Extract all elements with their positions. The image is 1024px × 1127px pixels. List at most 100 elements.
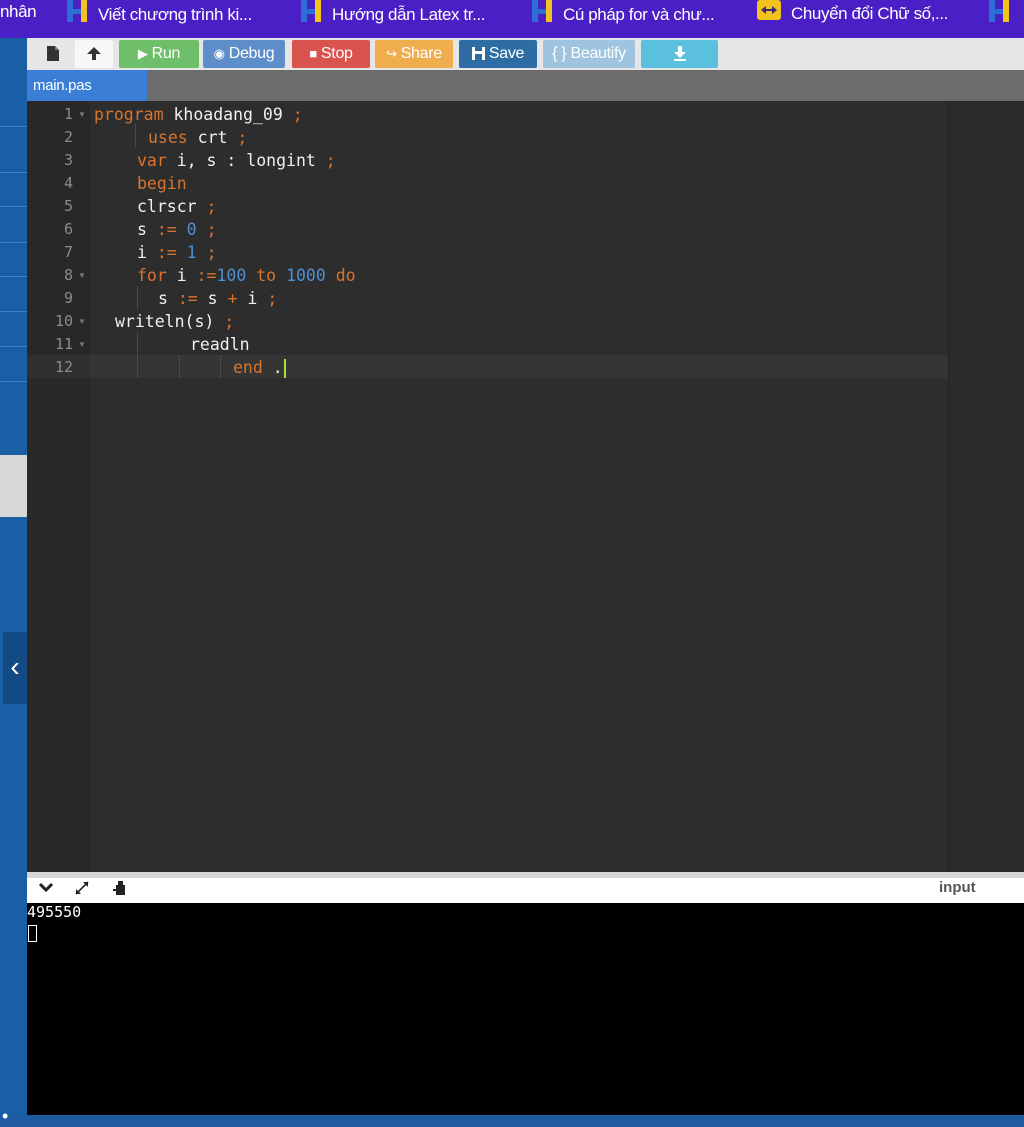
bookmark-label: nhân	[0, 2, 37, 21]
editor-print-margin	[948, 101, 1024, 872]
download-icon	[673, 46, 686, 62]
bookmark-label: Viết chương trình ki...	[98, 4, 252, 24]
line-number: 1	[63, 105, 73, 123]
active-line-highlight	[90, 355, 948, 378]
code-line: for i :=100 to 1000 do	[137, 266, 356, 285]
bookmark-label: Cú pháp for và chư...	[563, 4, 715, 24]
line-number: 6	[63, 220, 73, 238]
new-file-button[interactable]	[37, 40, 69, 68]
text-cursor	[283, 359, 286, 378]
code-line: i := 1 ;	[137, 243, 217, 262]
indent-guide	[137, 286, 138, 309]
download-button[interactable]	[641, 40, 718, 68]
share-label: Share	[400, 45, 443, 62]
line-number: 9	[63, 289, 73, 307]
divider	[0, 172, 27, 173]
fold-arrow-icon[interactable]: ▼	[78, 310, 86, 333]
hoc247-icon	[300, 0, 322, 30]
beautify-button[interactable]: { } Beautify	[543, 40, 635, 68]
code-line: clrscr ;	[137, 197, 217, 216]
bookmarks-bar: nhân Viết chương trình ki... Hướng dẫn L…	[0, 0, 1024, 38]
output-toolbar: input	[27, 878, 1024, 903]
stop-label: Stop	[320, 45, 353, 62]
fold-arrow-icon[interactable]: ▼	[78, 103, 86, 126]
convert-icon	[757, 0, 781, 28]
bookmark-item[interactable]: nhân	[0, 0, 37, 26]
line-number: 2	[63, 128, 73, 146]
divider	[0, 311, 27, 312]
dot-icon: •	[2, 1106, 9, 1126]
line-number: 8	[63, 266, 73, 284]
divider	[0, 126, 27, 127]
bookmark-item[interactable]: Hướng dẫn Latex tr...	[300, 0, 485, 26]
save-button[interactable]: Save	[459, 40, 537, 68]
console-cursor	[28, 925, 37, 942]
file-icon	[47, 46, 59, 62]
code-line: s := 0 ;	[137, 220, 217, 239]
code-line: program khoadang_09 ;	[94, 105, 303, 124]
divider	[0, 381, 27, 382]
bookmark-item[interactable]: Viết chương trình ki...	[66, 0, 252, 26]
play-icon: ▶	[137, 46, 148, 61]
indent-guide	[179, 355, 180, 378]
divider	[0, 206, 27, 207]
share-button[interactable]: ↪ Share	[375, 40, 453, 68]
run-label: Run	[151, 45, 181, 62]
bookmark-item[interactable]: Cú pháp for và chư...	[531, 0, 715, 26]
indent-guide	[220, 355, 221, 378]
stop-button[interactable]: ■ Stop	[292, 40, 370, 68]
code-line: readln	[190, 335, 250, 354]
hoc247-icon	[66, 0, 88, 30]
line-number: 4	[63, 174, 73, 192]
debug-button[interactable]: ◉ Debug	[203, 40, 285, 68]
clear-console-icon[interactable]	[112, 880, 128, 900]
share-icon: ↪	[386, 46, 397, 61]
debug-label: Debug	[228, 45, 275, 62]
chevron-left-icon: ‹	[10, 651, 20, 682]
save-label: Save	[488, 45, 525, 62]
expand-icon[interactable]	[74, 880, 90, 900]
bookmark-item[interactable]: Chuyển đổi Chữ số,...	[757, 0, 948, 26]
tab-main-pas[interactable]: main.pas	[27, 70, 147, 101]
divider	[0, 346, 27, 347]
line-number: 3	[63, 151, 73, 169]
hoc247-icon	[531, 0, 553, 30]
divider	[0, 242, 27, 243]
line-number: 7	[63, 243, 73, 261]
bookmark-label: Chuyển đổi Chữ số,...	[791, 3, 949, 23]
code-editor[interactable]: 1 2 3 4 5 6 7 8 9 10 11 12 ▼ ▼ ▼ ▼ progr…	[27, 101, 1024, 872]
code-line: end .	[233, 356, 286, 379]
input-toggle[interactable]: input	[939, 879, 976, 896]
indent-guide	[137, 332, 138, 378]
code-line: s := s + i ;	[158, 289, 278, 308]
line-number: 5	[63, 197, 73, 215]
output-console[interactable]: 495550	[27, 903, 1024, 1115]
debug-icon: ◉	[213, 46, 225, 61]
hoc247-icon	[988, 0, 1010, 30]
line-number: 12	[54, 358, 73, 376]
upload-button[interactable]	[75, 40, 113, 68]
fold-arrow-icon[interactable]: ▼	[78, 333, 86, 356]
cloud-upload-icon	[87, 47, 101, 61]
divider	[0, 276, 27, 277]
chevron-down-icon[interactable]	[38, 880, 54, 898]
collapse-panel-button[interactable]: ‹	[3, 632, 27, 704]
console-output-text: 495550	[27, 903, 82, 921]
run-button[interactable]: ▶ Run	[119, 40, 199, 68]
side-panel-item[interactable]	[0, 455, 27, 517]
code-line: uses crt ;	[148, 128, 248, 147]
tab-label: main.pas	[33, 77, 92, 94]
floppy-icon	[471, 47, 485, 61]
stop-icon: ■	[309, 46, 317, 61]
fold-arrow-icon[interactable]: ▼	[78, 264, 86, 287]
editor-toolbar: ▶ Run ◉ Debug ■ Stop ↪ Share Save { } Beauti…	[27, 38, 1024, 70]
file-tab-bar: main.pas	[27, 70, 1024, 101]
line-number: 10	[54, 312, 73, 330]
code-line: begin	[137, 174, 187, 193]
code-line: writeln(s) ;	[115, 312, 235, 331]
code-line: var i, s : longint ;	[137, 151, 336, 170]
bookmark-label: Hướng dẫn Latex tr...	[332, 4, 486, 24]
side-panel-strip: ‹ •	[0, 38, 27, 1126]
bookmark-item[interactable]	[988, 0, 1020, 26]
line-number: 11	[54, 335, 73, 353]
